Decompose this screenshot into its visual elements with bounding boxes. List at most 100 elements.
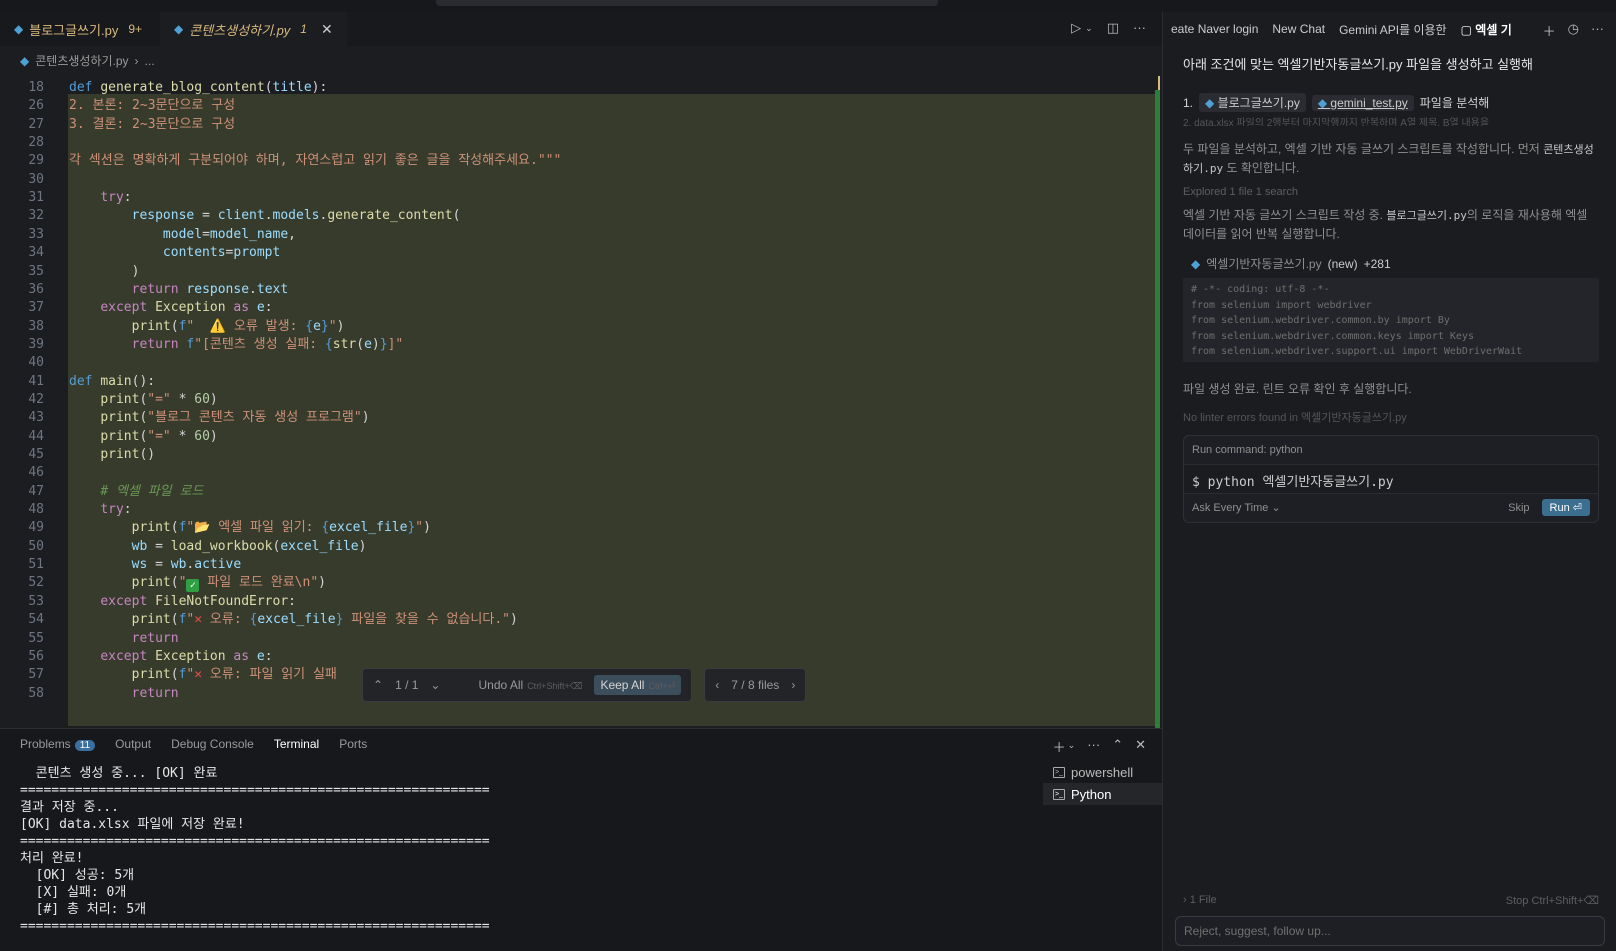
code-line[interactable]: 30: [0, 170, 1162, 189]
chevron-left-icon[interactable]: ‹: [715, 678, 719, 692]
maximize-panel-icon[interactable]: ⌃: [1112, 737, 1123, 756]
code-line[interactable]: 29 각 섹션은 명확하게 구분되어야 하며, 자연스럽고 읽기 좋은 글을 작성…: [0, 151, 1162, 170]
more-icon[interactable]: ···: [1087, 737, 1100, 756]
new-chat-icon[interactable]: ＋: [1543, 21, 1556, 40]
code-line[interactable]: 50 wb = load_workbook(excel_file): [0, 537, 1162, 556]
approval-mode-dropdown[interactable]: Ask Every Time ⌄: [1192, 501, 1281, 514]
chevron-down-icon[interactable]: ⌄: [1085, 23, 1093, 36]
tab-debug-console[interactable]: Debug Console: [171, 737, 254, 751]
line-number: 35: [28, 263, 44, 279]
code-editor[interactable]: 18 def generate_blog_content(title): 26 2. …: [0, 76, 1162, 726]
code-line[interactable]: 26 2. 본론: 2~3문단으로 구성: [0, 96, 1162, 115]
code-line[interactable]: 38 print(f" ⚠️ 오류 발생: {e}"): [0, 317, 1162, 336]
code-line[interactable]: 18 def generate_blog_content(title):: [0, 78, 1162, 97]
line-number: 27: [28, 116, 44, 132]
code-line[interactable]: 53 except FileNotFoundError:: [0, 592, 1162, 611]
python-file-icon: ◆: [174, 22, 184, 36]
code-line[interactable]: 48 try:: [0, 500, 1162, 519]
history-icon[interactable]: ◷: [1568, 21, 1579, 40]
code-line[interactable]: 34 contents=prompt: [0, 243, 1162, 262]
keep-all-button[interactable]: Keep All Ctrl+⏎: [594, 675, 682, 695]
chat-tab-excel[interactable]: ▢ 엑셀 기: [1461, 21, 1512, 38]
chevron-down-icon[interactable]: ⌄: [1068, 740, 1076, 756]
tab-problems[interactable]: Problems 11: [20, 737, 96, 751]
tab-blog-writing[interactable]: ◆ 블로그글쓰기.py 9+: [0, 12, 160, 46]
chevron-right-icon[interactable]: ›: [791, 678, 795, 692]
code-line[interactable]: 46: [0, 463, 1162, 482]
line-number: 30: [28, 171, 44, 187]
code-line[interactable]: 55 return: [0, 629, 1162, 648]
code-line[interactable]: 32 response = client.models.generate_con…: [0, 206, 1162, 225]
code-text: response = client.models.generate_conten…: [131, 208, 461, 224]
tab-content-generation[interactable]: ◆ 콘텐츠생성하기.py 1 ✕: [160, 12, 347, 46]
code-line[interactable]: 27 3. 결론: 2~3문단으로 구성: [0, 115, 1162, 134]
chat-actions: ＋ ◷ ···: [1542, 21, 1604, 40]
inline-code[interactable]: 블로그글쓰기.py: [1386, 209, 1467, 222]
line-number: 56: [28, 648, 44, 664]
code-line[interactable]: 37 except Exception as e:: [0, 298, 1162, 317]
code-text: print(f"✕ 오류: {excel_file} 파일을 찾을 수 없습니다…: [131, 612, 518, 628]
code-line[interactable]: 41 def main():: [0, 372, 1162, 391]
close-icon[interactable]: ✕: [321, 21, 333, 38]
command-center[interactable]: [436, 0, 938, 6]
more-icon[interactable]: ···: [1591, 21, 1604, 40]
assistant-message: 엑셀 기반 자동 글쓰기 스크립트 작성 중. 블로그글쓰기.py의 로직을 재…: [1183, 208, 1588, 241]
chevron-down-icon[interactable]: ⌄: [430, 678, 440, 692]
breadcrumb-symbol[interactable]: ...: [145, 54, 155, 68]
breadcrumb-file[interactable]: 콘텐츠생성하기.py: [35, 52, 128, 69]
more-icon[interactable]: ···: [1133, 20, 1146, 36]
change-counter: 1 / 1: [395, 678, 419, 692]
chat-tab-naver-login[interactable]: eate Naver login: [1171, 22, 1258, 36]
terminal-item-powershell[interactable]: >_ powershell: [1043, 761, 1162, 783]
code-line[interactable]: 43 print("블로그 콘텐츠 자동 생성 프로그램"): [0, 408, 1162, 427]
code-line[interactable]: 33 model=model_name,: [0, 225, 1162, 244]
chat-tab-new-chat[interactable]: New Chat: [1272, 22, 1325, 36]
files-bar: › 1 File Stop Ctrl+Shift+⌫: [1183, 894, 1599, 907]
code-line[interactable]: 51 ws = wb.active: [0, 555, 1162, 574]
file-name: 엑셀기반자동글쓰기.py: [1206, 257, 1322, 271]
terminal-item-python[interactable]: >_ Python: [1043, 783, 1162, 805]
file-chip-gemini[interactable]: ◆ gemini_test.py: [1311, 94, 1414, 111]
code-line[interactable]: 42 print("=" * 60): [0, 390, 1162, 409]
chevron-up-icon[interactable]: ⌃: [373, 678, 383, 692]
stop-button[interactable]: Stop Ctrl+Shift+⌫: [1506, 894, 1599, 907]
tab-ports[interactable]: Ports: [339, 737, 367, 751]
code-line[interactable]: 47 # 엑셀 파일 로드: [0, 482, 1162, 501]
split-editor-icon[interactable]: ◫: [1107, 20, 1119, 36]
line-number: 36: [28, 281, 44, 297]
code-line[interactable]: 44 print("=" * 60): [0, 427, 1162, 446]
code-line[interactable]: 40: [0, 353, 1162, 372]
file-change-card[interactable]: ◆ 엑셀기반자동글쓰기.py (new) +281 # -*- coding: …: [1183, 255, 1599, 362]
chat-input[interactable]: [1175, 916, 1605, 946]
run-icon[interactable]: ▷: [1071, 20, 1081, 36]
code-line[interactable]: 39 return f"[콘텐츠 생성 실패: {str(e)}]": [0, 335, 1162, 354]
code-line[interactable]: 49 print(f"📂 엑셀 파일 읽기: {excel_file}"): [0, 518, 1162, 537]
chat-tab-gemini[interactable]: Gemini API를 이용한: [1339, 21, 1447, 38]
keep-shortcut: Ctrl+⏎: [648, 681, 676, 691]
file-chip-blog[interactable]: ◆ 블로그글쓰기.py: [1199, 93, 1306, 112]
code-line[interactable]: 52 print(" ✓ 파일 로드 완료\n"): [0, 573, 1162, 593]
line-number: 43: [28, 410, 44, 426]
code-preview-line: from selenium.webdriver.support.ui impor…: [1191, 346, 1523, 357]
code-line[interactable]: 28: [0, 133, 1162, 152]
run-command-card: Run command: python $ python 엑셀기반자동글쓰기.p…: [1183, 435, 1599, 523]
files-summary[interactable]: › 1 File: [1183, 894, 1217, 907]
code-line[interactable]: 35 ): [0, 262, 1162, 281]
code-line[interactable]: 54 print(f"✕ 오류: {excel_file} 파일을 찾을 수 없…: [0, 610, 1162, 629]
code-line[interactable]: 56 except Exception as e:: [0, 647, 1162, 666]
line-number: 42: [28, 391, 44, 407]
skip-button[interactable]: Skip: [1508, 502, 1529, 514]
line-number: 18: [28, 80, 44, 95]
undo-all-button[interactable]: Undo All Ctrl+Shift+⌫: [478, 678, 582, 692]
explored-summary[interactable]: Explored 1 file 1 search: [1183, 186, 1599, 198]
editor-tabs: ◆ 블로그글쓰기.py 9+ ◆ 콘텐츠생성하기.py 1 ✕ ▷ ⌄ ◫ ··…: [0, 12, 1162, 46]
code-line[interactable]: 45 print(): [0, 445, 1162, 464]
code-line[interactable]: 31 try:: [0, 188, 1162, 207]
close-panel-icon[interactable]: ✕: [1135, 737, 1146, 756]
new-terminal-icon[interactable]: ＋: [1053, 737, 1066, 756]
run-button[interactable]: Run ⏎: [1541, 499, 1590, 516]
code-line[interactable]: 36 return response.text: [0, 280, 1162, 299]
terminal-output[interactable]: 콘텐츠 생성 중... [OK] 완료 =====================…: [20, 765, 1040, 935]
tab-terminal[interactable]: Terminal: [274, 737, 319, 751]
tab-output[interactable]: Output: [115, 737, 151, 751]
